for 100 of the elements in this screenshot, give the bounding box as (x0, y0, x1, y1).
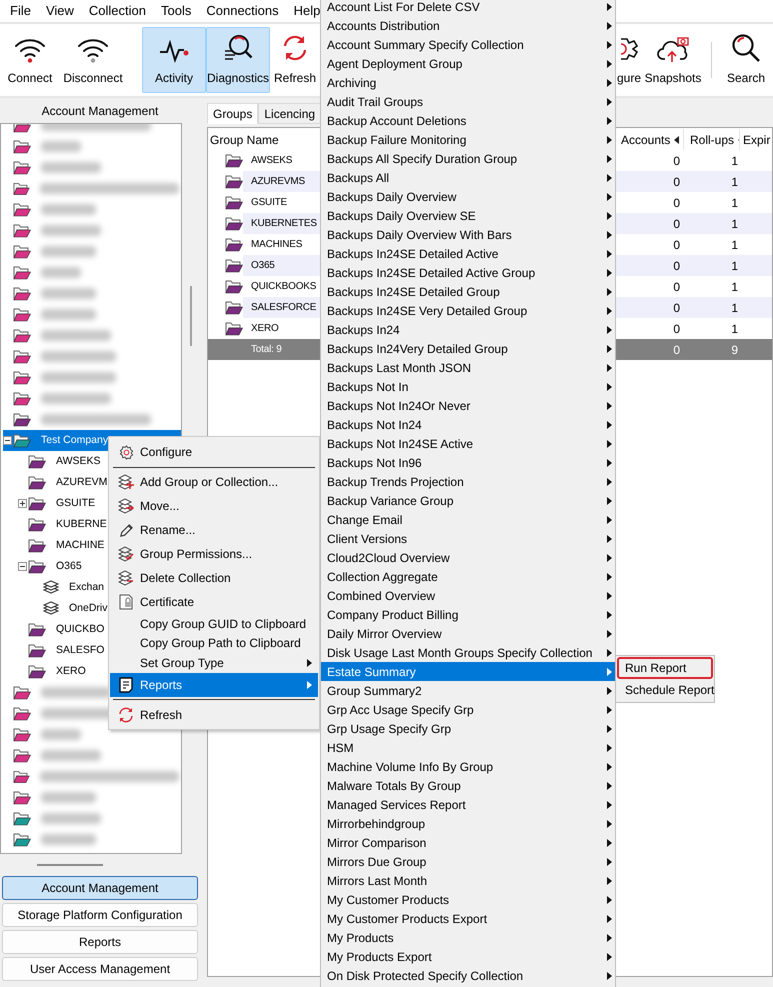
menu-item[interactable]: Mirror Comparison (321, 833, 615, 852)
toolbar-button[interactable]: gure (612, 27, 642, 93)
menu-item[interactable]: Schedule Report (617, 679, 713, 701)
menu-item[interactable]: Agent Deployment Group (321, 54, 615, 73)
tree-item[interactable]: Test Company (41, 432, 108, 448)
menu-item[interactable]: On Disk Protected Specify Collection (321, 966, 615, 985)
tab[interactable]: Groups (207, 103, 258, 124)
menu-item[interactable]: Backups All (321, 168, 615, 187)
menu-item[interactable]: Change Email (321, 510, 615, 529)
menu-item[interactable]: Backups In24SE Very Detailed Group (321, 301, 615, 320)
menu-item[interactable]: Accounts Distribution (321, 16, 615, 35)
tree-item[interactable]: GSUITE (56, 496, 96, 512)
menu-item[interactable]: Backups Not In24Or Never (321, 396, 615, 415)
menu-item[interactable]: Backups Not In (321, 377, 615, 396)
tree-item[interactable]: AWSEKS (56, 454, 101, 470)
menu-item[interactable]: Backups Daily Overview SE (321, 206, 615, 225)
menu-item[interactable]: HSM (321, 738, 615, 757)
toolbar-button[interactable]: Search (719, 27, 773, 93)
menu-item[interactable]: Audit Trail Groups (321, 92, 615, 111)
toolbar-button[interactable]: Snapshots (642, 27, 704, 93)
menu-item[interactable]: Delete Collection (110, 566, 318, 590)
tree-item[interactable]: XERO (56, 664, 86, 680)
menu-item[interactable]: Group Summary2 (321, 681, 615, 700)
menu-item[interactable]: Grp Acc Usage Specify Grp (321, 700, 615, 719)
menu-item[interactable]: Backup Failure Monitoring (321, 130, 615, 149)
menu-item[interactable]: Malware Totals By Group (321, 776, 615, 795)
nav-button[interactable]: Reports (2, 930, 198, 954)
tab[interactable]: Licencing (258, 103, 322, 124)
menu-item[interactable]: Set Group Type (110, 653, 318, 672)
menu-item[interactable]: Managed Services Report (321, 795, 615, 814)
menu-item[interactable]: Company Product Billing (321, 605, 615, 624)
toolbar-button[interactable]: Connect (0, 27, 60, 93)
menu-item[interactable]: Disk Usage Last Month Groups Specify Collection (321, 643, 615, 662)
tree-item[interactable]: MACHINE (56, 538, 104, 554)
menu-item[interactable]: Daily Mirror Overview (321, 624, 615, 643)
toolbar-button[interactable]: Diagnostics (206, 27, 270, 93)
menu-item[interactable]: Backups Last Month JSON (321, 358, 615, 377)
menu-item[interactable]: Backups Daily Overview (321, 187, 615, 206)
menu-item[interactable]: My Products Export (321, 947, 615, 966)
menu-item[interactable]: Configure (110, 440, 318, 464)
menu-item[interactable]: Account List For Delete CSV (321, 0, 615, 16)
column-header[interactable]: Expir (743, 130, 770, 148)
menu-item[interactable]: Archiving (321, 73, 615, 92)
menu-item[interactable]: Cloud2Cloud Overview (321, 548, 615, 567)
menu-item[interactable]: Help (294, 1, 320, 21)
menu-item[interactable]: Estate Summary (321, 662, 615, 681)
column-header[interactable]: Roll-ups (690, 130, 734, 148)
menu-item[interactable]: Mirrorbehindgroup (321, 814, 615, 833)
menu-item[interactable]: My Products (321, 928, 615, 947)
menu-item[interactable]: Backups In24SE Detailed Active (321, 244, 615, 263)
menu-item[interactable]: Group Permissions... (110, 542, 318, 566)
expander-icon[interactable] (18, 499, 26, 508)
menu-item[interactable]: Grp Usage Specify Grp (321, 719, 615, 738)
tree-item[interactable]: KUBERNE (56, 516, 107, 532)
menu-item[interactable]: Backups In24Very Detailed Group (321, 339, 615, 358)
menu-item[interactable]: Connections (206, 1, 279, 21)
expander-icon[interactable] (2, 436, 12, 445)
tree-item[interactable]: OneDriv (69, 600, 108, 616)
menu-item[interactable]: Backups All Specify Duration Group (321, 149, 615, 168)
tree-item[interactable]: QUICKBO (56, 622, 104, 638)
menu-item[interactable]: Backup Account Deletions (321, 111, 615, 130)
menu-item[interactable]: Certificate (110, 590, 318, 614)
menu-item[interactable]: Rename... (110, 518, 318, 542)
menu-item[interactable]: Backups Daily Overview With Bars (321, 225, 615, 244)
splitter-handle[interactable] (190, 286, 192, 346)
menu-item[interactable]: Tools (161, 1, 192, 21)
menu-item[interactable]: Machine Volume Info By Group (321, 757, 615, 776)
menu-item[interactable]: Backups In24SE Detailed Group (321, 282, 615, 301)
menu-item[interactable]: Move... (110, 494, 318, 518)
menu-item[interactable]: File (10, 1, 31, 21)
menu-item[interactable]: Backups Not In24SE Active (321, 434, 615, 453)
toolbar-button[interactable]: Refresh (270, 27, 320, 93)
menu-item[interactable]: Mirrors Last Month (321, 871, 615, 890)
tree-item[interactable]: AZUREVM (56, 474, 108, 490)
menu-item[interactable]: Copy Group Path to Clipboard (110, 634, 318, 653)
menu-item[interactable]: Account Summary Specify Collection (321, 35, 615, 54)
menu-item[interactable]: Backups Not In24 (321, 415, 615, 434)
toolbar-button[interactable]: Activity (142, 27, 206, 93)
menu-item[interactable]: Collection Aggregate (321, 567, 615, 586)
menu-item[interactable]: Mirrors Due Group (321, 852, 615, 871)
menu-item[interactable]: My Customer Products (321, 890, 615, 909)
menu-item[interactable]: Copy Group GUID to Clipboard (110, 614, 318, 634)
tree-item[interactable]: SALESFO (56, 642, 104, 658)
menu-item[interactable]: Backups In24SE Detailed Active Group (321, 263, 615, 282)
menu-item[interactable]: Backups In24 (321, 320, 615, 339)
menu-item[interactable]: Run Report (617, 657, 713, 679)
expander-icon[interactable] (18, 562, 26, 571)
menu-item[interactable]: My Customer Products Export (321, 909, 615, 928)
menu-item[interactable]: Backups Not In96 (321, 453, 615, 472)
nav-button[interactable]: User Access Management (2, 957, 198, 981)
menu-item[interactable]: Collection (88, 1, 146, 21)
menu-item[interactable]: Backup Variance Group (321, 491, 615, 510)
tree-item[interactable]: Exchan (69, 580, 104, 596)
menu-item[interactable]: Refresh (110, 702, 318, 726)
column-header[interactable]: Group Name (210, 130, 279, 148)
nav-button[interactable]: Account Management (2, 876, 198, 900)
menu-item[interactable]: View (46, 1, 74, 21)
menu-item[interactable]: Add Group or Collection... (110, 470, 318, 494)
menu-item[interactable]: Backup Trends Projection (321, 472, 615, 491)
toolbar-button[interactable]: Disconnect (60, 27, 126, 93)
